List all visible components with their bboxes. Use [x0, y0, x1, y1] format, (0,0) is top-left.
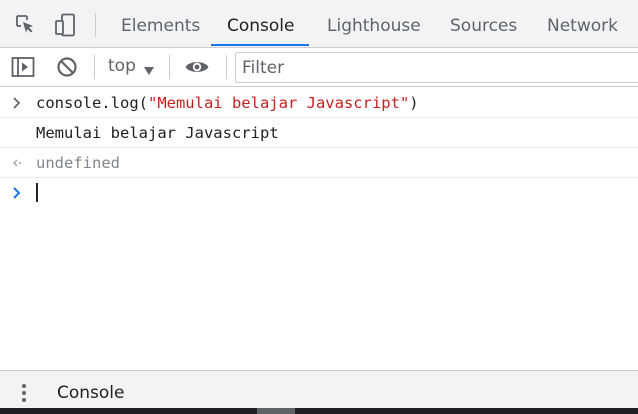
context-selector[interactable]: top — [108, 56, 136, 76]
triangle-down-icon[interactable] — [143, 61, 155, 80]
console-prompt-input[interactable] — [36, 178, 38, 208]
console-input-code[interactable]: console.log("Memulai belajar Javascript"… — [36, 88, 419, 118]
console-log-row: Memulai belajar Javascript — [0, 118, 638, 148]
bottom-edge-highlight — [257, 408, 295, 414]
console-result-text: undefined — [36, 154, 120, 172]
console-result-row: undefined — [0, 148, 638, 178]
filter-input[interactable] — [235, 52, 638, 83]
code-call: console.log( — [36, 94, 148, 112]
tab-lighthouse[interactable]: Lighthouse — [327, 0, 421, 48]
console-prompt-row[interactable] — [0, 178, 638, 208]
console-input-row: console.log("Memulai belajar Javascript"… — [0, 88, 638, 118]
device-toolbar-icon[interactable] — [54, 13, 76, 37]
console-toolbar: top — [0, 48, 638, 87]
inspect-element-icon[interactable] — [14, 13, 36, 35]
clear-console-icon[interactable] — [56, 56, 78, 82]
tab-sources[interactable]: Sources — [450, 0, 517, 48]
text-cursor — [36, 183, 38, 202]
tab-elements[interactable]: Elements — [121, 0, 200, 48]
devtools-tab-bar: Elements Console Lighthouse Sources Netw… — [0, 0, 638, 48]
tab-network[interactable]: Network — [547, 0, 618, 48]
code-string: "Memulai belajar Javascript" — [147, 94, 410, 112]
return-arrow-icon — [10, 148, 26, 178]
more-options-icon[interactable] — [21, 383, 27, 407]
toolbar-separator — [226, 55, 227, 79]
code-call-end: ) — [409, 94, 419, 112]
tab-bar-separator — [95, 13, 96, 37]
console-messages: console.log("Memulai belajar Javascript"… — [0, 88, 638, 208]
active-tab-indicator — [211, 44, 309, 46]
live-expression-eye-icon[interactable] — [184, 59, 210, 79]
chevron-right-icon — [10, 88, 26, 118]
toolbar-separator — [94, 55, 95, 79]
prompt-chevron-icon — [10, 178, 26, 208]
console-log-text: Memulai belajar Javascript — [36, 124, 279, 142]
tab-console[interactable]: Console — [227, 0, 295, 48]
toolbar-separator — [169, 55, 170, 79]
show-sidebar-icon[interactable] — [11, 56, 35, 82]
bottom-edge-strip — [0, 408, 638, 414]
